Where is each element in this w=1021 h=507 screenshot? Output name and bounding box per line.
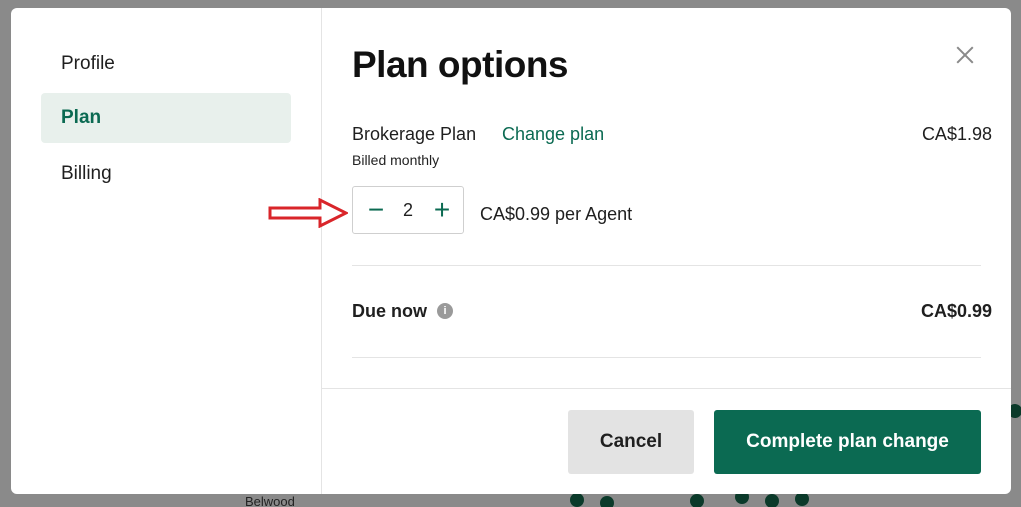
plan-price: CA$1.98 <box>921 124 992 144</box>
sidebar-item-label: Billing <box>61 163 112 184</box>
info-icon[interactable]: i <box>437 303 453 319</box>
red-arrow-icon <box>268 198 348 228</box>
map-marker <box>600 496 614 507</box>
plan-name: Brokerage Plan <box>352 124 477 144</box>
price-per-agent: CA$0.99 per Agent <box>480 204 633 224</box>
divider <box>352 265 981 266</box>
sidebar-item-plan[interactable]: Plan <box>41 93 291 143</box>
plus-icon[interactable]: + <box>425 187 459 233</box>
billing-frequency: Billed monthly <box>352 152 440 168</box>
due-now-label: Due now <box>352 301 427 321</box>
agent-quantity-stepper: − 2 + <box>352 186 464 234</box>
settings-sidebar: Profile Plan Billing <box>11 8 322 494</box>
sidebar-item-billing[interactable]: Billing <box>41 149 291 199</box>
cancel-button[interactable]: Cancel <box>568 410 694 474</box>
change-plan-link[interactable]: Change plan <box>502 124 604 145</box>
due-now-amount: CA$0.99 <box>920 301 992 321</box>
footer-divider <box>321 388 1011 389</box>
plan-options-modal: Profile Plan Billing Plan options Broker… <box>11 8 1011 494</box>
agent-quantity-value[interactable]: 2 <box>393 187 423 233</box>
close-icon[interactable] <box>954 44 976 66</box>
divider <box>352 357 981 358</box>
map-marker <box>795 492 809 506</box>
sidebar-item-profile[interactable]: Profile <box>41 39 291 89</box>
modal-title: Plan options <box>352 44 569 85</box>
minus-icon[interactable]: − <box>359 187 393 233</box>
map-place-label: Belwood <box>245 494 295 507</box>
map-marker <box>690 494 704 507</box>
complete-plan-change-button[interactable]: Complete plan change <box>714 410 981 474</box>
sidebar-item-label: Profile <box>61 53 115 74</box>
sidebar-item-label: Plan <box>61 107 102 128</box>
map-marker <box>765 494 779 507</box>
map-marker <box>570 493 584 507</box>
